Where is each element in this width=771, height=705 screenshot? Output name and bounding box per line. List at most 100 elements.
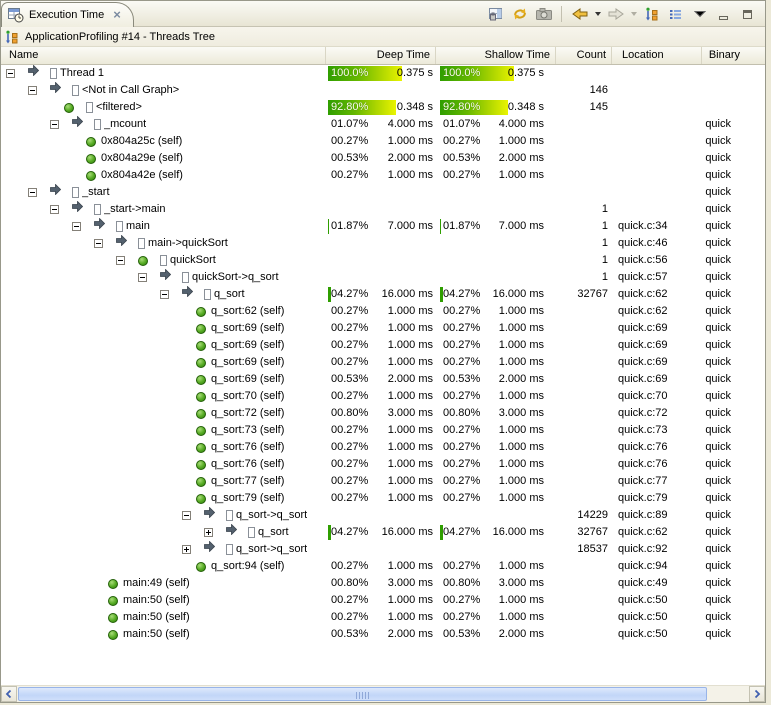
- maximize-icon[interactable]: [738, 5, 757, 24]
- tree-row[interactable]: q_sort:69 (self)00.27%1.000 ms00.27%1.00…: [1, 320, 765, 337]
- tree-row[interactable]: main:50 (self)00.27%1.000 ms00.27%1.000 …: [1, 592, 765, 609]
- collapse-icon[interactable]: [50, 205, 59, 214]
- tree-row[interactable]: 0x804a29e (self)00.53%2.000 ms00.53%2.00…: [1, 150, 765, 167]
- tree-row[interactable]: main:50 (self)00.53%2.000 ms00.53%2.000 …: [1, 626, 765, 643]
- list-mode-icon[interactable]: [666, 5, 685, 24]
- tree-row[interactable]: <filtered>92.80%0.348 s92.80%0.348 s145: [1, 99, 765, 116]
- expand-icon[interactable]: [204, 528, 213, 537]
- percent-value: 00.27%: [443, 338, 480, 353]
- column-header-binary[interactable]: Binary: [702, 47, 764, 64]
- collapse-icon[interactable]: [116, 256, 125, 265]
- column-header-shallow-time[interactable]: Shallow Time: [438, 47, 556, 64]
- collapse-icon[interactable]: [72, 222, 81, 231]
- collapse-icon[interactable]: [138, 273, 147, 282]
- close-icon[interactable]: ×: [109, 9, 121, 21]
- tree-row[interactable]: 0x804a25c (self)00.27%1.000 ms00.27%1.00…: [1, 133, 765, 150]
- column-header-deep-time[interactable]: Deep Time: [326, 47, 436, 64]
- tree-row[interactable]: _start->main1quick: [1, 201, 765, 218]
- deep-cell: 00.27%1.000 ms: [326, 558, 436, 575]
- name-cell: q_sort->q_sort: [1, 541, 326, 558]
- tree-row[interactable]: q_sort:76 (self)00.27%1.000 ms00.27%1.00…: [1, 456, 765, 473]
- snapshot-icon[interactable]: [534, 5, 553, 24]
- collapse-icon[interactable]: [94, 239, 103, 248]
- tree-row[interactable]: 0x804a42e (self)00.27%1.000 ms00.27%1.00…: [1, 167, 765, 184]
- tree-row[interactable]: main:50 (self)00.27%1.000 ms00.27%1.000 …: [1, 609, 765, 626]
- call-arrow-icon: [28, 65, 39, 82]
- collapse-icon[interactable]: [50, 120, 59, 129]
- tree-row[interactable]: main:49 (self)00.80%3.000 ms00.80%3.000 …: [1, 575, 765, 592]
- percent-bar-zone: 92.80%: [328, 100, 402, 115]
- function-icon: [94, 119, 101, 130]
- tree-row[interactable]: q_sort:77 (self)00.27%1.000 ms00.27%1.00…: [1, 473, 765, 490]
- column-header-location[interactable]: Location: [612, 47, 702, 64]
- name-cell: Thread 1: [1, 65, 326, 82]
- percent-bar: 92.80%: [328, 100, 396, 115]
- hierarchy-mode-icon[interactable]: [642, 5, 661, 24]
- tree-row[interactable]: q_sort:70 (self)00.27%1.000 ms00.27%1.00…: [1, 388, 765, 405]
- collapse-icon[interactable]: [28, 188, 37, 197]
- collapse-icon[interactable]: [182, 511, 191, 520]
- column-header-name[interactable]: Name: [1, 47, 326, 64]
- deep-cell: 00.27%1.000 ms: [326, 592, 436, 609]
- percent-value: 00.27%: [331, 559, 368, 574]
- tree-row[interactable]: q_sort:69 (self)00.27%1.000 ms00.27%1.00…: [1, 337, 765, 354]
- tree-row[interactable]: _startquick: [1, 184, 765, 201]
- tree-row[interactable]: q_sort->q_sort18537quick.c:92quick: [1, 541, 765, 558]
- back-icon[interactable]: [570, 5, 589, 24]
- tab-execution-time[interactable]: Execution Time ×: [1, 2, 134, 27]
- scroll-left-button[interactable]: [1, 686, 17, 702]
- binary-value: quick: [656, 388, 731, 405]
- tree-row[interactable]: main->quickSort1quick.c:46quick: [1, 235, 765, 252]
- percent-value: 00.27%: [443, 134, 480, 149]
- collapse-icon[interactable]: [6, 69, 15, 78]
- minimize-icon[interactable]: [714, 5, 733, 24]
- deep-cell: [326, 507, 436, 524]
- scrollbar-track[interactable]: [17, 686, 749, 702]
- horizontal-scrollbar[interactable]: [1, 685, 765, 702]
- tree-row[interactable]: q_sort:79 (self)00.27%1.000 ms00.27%1.00…: [1, 490, 765, 507]
- tree-row[interactable]: q_sort04.27%16.000 ms04.27%16.000 ms3276…: [1, 286, 765, 303]
- forward-icon[interactable]: [606, 5, 625, 24]
- binary-value: quick: [656, 337, 731, 354]
- tree-row[interactable]: main01.87%7.000 ms01.87%7.000 ms1quick.c…: [1, 218, 765, 235]
- collapse-icon[interactable]: [28, 86, 37, 95]
- scroll-right-button[interactable]: [749, 686, 765, 702]
- time-value: 1.000 ms: [388, 167, 433, 184]
- tree-row[interactable]: q_sort->q_sort14229quick.c:89quick: [1, 507, 765, 524]
- refresh-icon[interactable]: [510, 5, 529, 24]
- row-label: q_sort: [214, 286, 245, 303]
- collapse-icon[interactable]: [160, 290, 169, 299]
- tree-row[interactable]: q_sort:69 (self)00.27%1.000 ms00.27%1.00…: [1, 354, 765, 371]
- column-header-row: Name Deep Time Shallow Time Count Locati…: [1, 47, 765, 65]
- tree-row[interactable]: Thread 1100.0%0.375 s100.0%0.375 s: [1, 65, 765, 82]
- name-cell: q_sort: [1, 524, 326, 541]
- tree-row[interactable]: q_sort04.27%16.000 ms04.27%16.000 ms3276…: [1, 524, 765, 541]
- shallow-cell: 00.80%3.000 ms: [438, 405, 556, 422]
- expand-icon[interactable]: [182, 545, 191, 554]
- tree-row[interactable]: quickSort1quick.c:56quick: [1, 252, 765, 269]
- tree-row[interactable]: q_sort:76 (self)00.27%1.000 ms00.27%1.00…: [1, 439, 765, 456]
- tree-row[interactable]: q_sort:73 (self)00.27%1.000 ms00.27%1.00…: [1, 422, 765, 439]
- deep-cell: 00.80%3.000 ms: [326, 575, 436, 592]
- name-cell: q_sort:69 (self): [1, 354, 326, 371]
- tree-row[interactable]: _mcount01.07%4.000 ms01.07%4.000 msquick: [1, 116, 765, 133]
- binary-value: quick: [656, 252, 731, 269]
- forward-dropdown-icon[interactable]: [631, 12, 637, 16]
- view-menu-icon[interactable]: [690, 5, 709, 24]
- window-lock-icon[interactable]: [486, 5, 505, 24]
- name-cell: quickSort->q_sort: [1, 269, 326, 286]
- scrollbar-thumb[interactable]: [18, 687, 707, 701]
- tree-row[interactable]: q_sort:69 (self)00.53%2.000 ms00.53%2.00…: [1, 371, 765, 388]
- tree-row[interactable]: q_sort:94 (self)00.27%1.000 ms00.27%1.00…: [1, 558, 765, 575]
- tree-row[interactable]: <Not in Call Graph>146: [1, 82, 765, 99]
- back-dropdown-icon[interactable]: [595, 12, 601, 16]
- shallow-cell: 00.27%1.000 ms: [438, 456, 556, 473]
- tree-row[interactable]: q_sort:72 (self)00.80%3.000 ms00.80%3.00…: [1, 405, 765, 422]
- time-value: 16.000 ms: [382, 286, 433, 303]
- tab-title: Execution Time: [29, 9, 104, 21]
- view-toolbar: [486, 3, 757, 25]
- percent-value: 01.87%: [443, 219, 480, 234]
- column-header-count[interactable]: Count: [558, 47, 612, 64]
- tree-row[interactable]: quickSort->q_sort1quick.c:57quick: [1, 269, 765, 286]
- tree-row[interactable]: q_sort:62 (self)00.27%1.000 ms00.27%1.00…: [1, 303, 765, 320]
